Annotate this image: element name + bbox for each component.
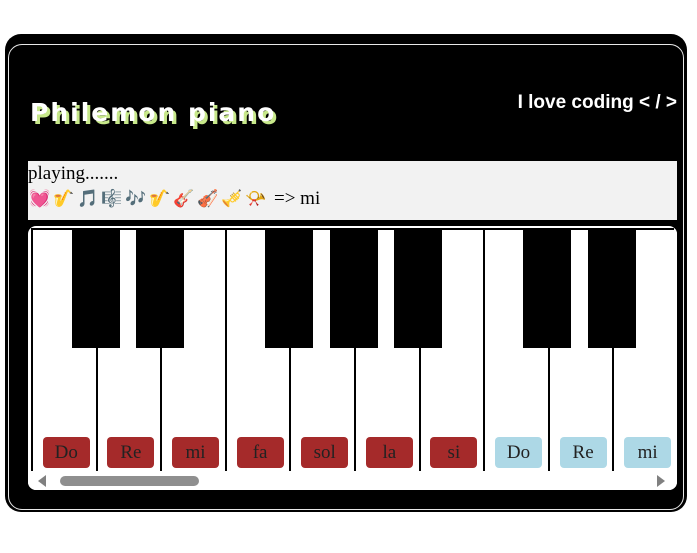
piano-keys: Do Re mi fa sol la si Do Re mi — [31, 228, 677, 471]
musical-score-icon: 🎼 — [101, 189, 123, 209]
musical-notes-icon: 🎶 — [125, 189, 147, 209]
status-panel: playing....... 💓 🎷 🎵 🎼 🎶 🎷 🎸 🎻 🎺 📯 => mi — [28, 161, 677, 220]
postal-horn-icon: 📯 — [245, 189, 267, 209]
violin-icon: 🎻 — [197, 189, 219, 209]
playing-status: playing....... — [28, 163, 119, 184]
black-key-do-sharp-high[interactable] — [523, 229, 571, 348]
scrollbar-thumb[interactable] — [60, 476, 199, 486]
horizontal-scrollbar[interactable] — [28, 471, 677, 490]
key-label: la — [365, 437, 413, 468]
saxophone-icon: 🎷 — [53, 189, 75, 209]
black-key-la-sharp[interactable] — [394, 229, 442, 348]
musical-note-icon: 🎵 — [77, 189, 99, 209]
black-key-re-sharp-high[interactable] — [588, 229, 636, 348]
key-label: sol — [301, 437, 349, 468]
key-label: si — [430, 437, 478, 468]
black-key-do-sharp[interactable] — [72, 229, 120, 348]
key-label: mi — [624, 437, 672, 468]
piano-keyboard: Do Re mi fa sol la si Do Re mi — [28, 226, 677, 490]
saxophone-icon: 🎷 — [149, 189, 171, 209]
scroll-left-arrow-icon[interactable] — [38, 475, 46, 487]
tagline: I love coding < / > — [517, 92, 677, 113]
emoji-row: 💓 🎷 🎵 🎼 🎶 🎷 🎸 🎻 🎺 📯 => mi — [28, 188, 320, 210]
scroll-right-arrow-icon[interactable] — [657, 475, 665, 487]
key-label: Re — [107, 437, 155, 468]
guitar-icon: 🎸 — [173, 189, 195, 209]
current-note: => mi — [274, 188, 321, 209]
black-key-sol-sharp[interactable] — [330, 229, 378, 348]
keyboard-top-edge — [31, 228, 674, 230]
page-title: Philemon piano — [30, 98, 277, 127]
beating-heart-icon: 💓 — [29, 189, 51, 209]
key-label: Re — [559, 437, 607, 468]
black-key-re-sharp[interactable] — [136, 229, 184, 348]
black-key-fa-sharp[interactable] — [265, 229, 313, 348]
trumpet-icon: 🎺 — [221, 189, 243, 209]
key-label: fa — [236, 437, 284, 468]
key-label: Do — [494, 437, 542, 468]
key-label: Do — [42, 437, 90, 468]
key-label: mi — [171, 437, 219, 468]
